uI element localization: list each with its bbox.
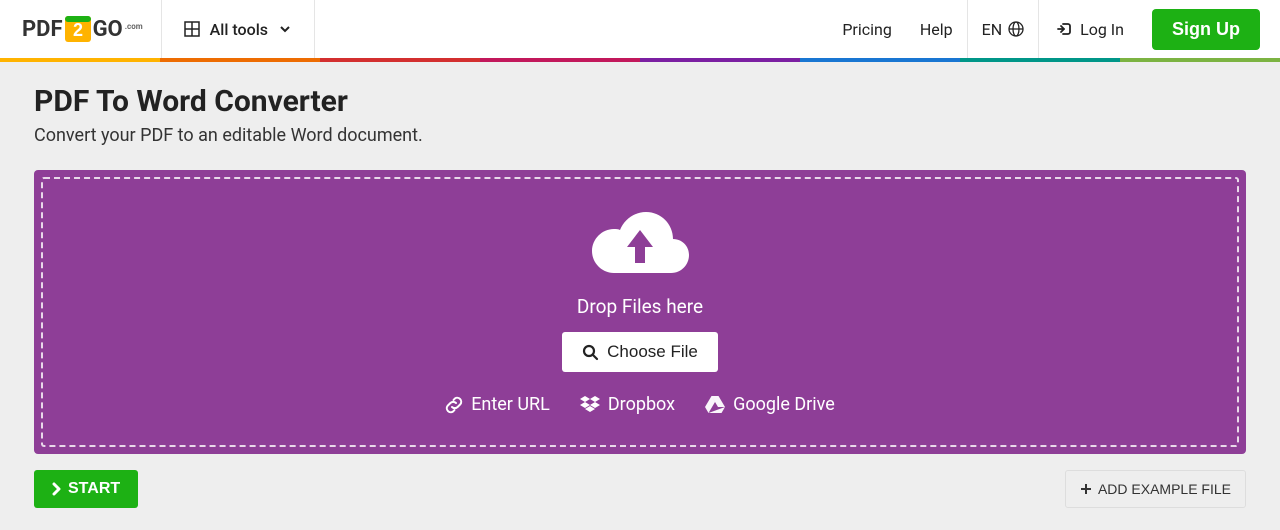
signup-button[interactable]: Sign Up: [1152, 9, 1260, 50]
cloud-upload-icon: [585, 205, 695, 287]
logo-suffix: GO: [93, 17, 123, 42]
top-navbar: PDF 2 GO .com All tools Pricing Help: [0, 0, 1280, 58]
search-icon: [582, 344, 599, 361]
globe-icon: [1008, 21, 1024, 37]
pricing-link[interactable]: Pricing: [828, 0, 906, 58]
svg-text:2: 2: [73, 20, 83, 40]
page-title: PDF To Word Converter: [34, 84, 1246, 119]
enter-url-button[interactable]: Enter URL: [445, 394, 550, 415]
logo-tld: .com: [125, 22, 143, 31]
page-subtitle: Convert your PDF to an editable Word doc…: [34, 125, 1246, 146]
logo[interactable]: PDF 2 GO .com: [22, 16, 143, 42]
logo-2-icon: 2: [65, 16, 91, 42]
pricing-label: Pricing: [842, 20, 892, 39]
choose-file-button[interactable]: Choose File: [562, 332, 718, 372]
grid-icon: [184, 21, 200, 37]
help-link[interactable]: Help: [906, 0, 967, 58]
dropbox-label: Dropbox: [608, 394, 675, 415]
link-icon: [445, 396, 463, 414]
start-button[interactable]: START: [34, 470, 138, 508]
choose-file-label: Choose File: [607, 342, 698, 362]
dropbox-icon: [580, 396, 600, 414]
all-tools-label: All tools: [210, 20, 268, 39]
logo-prefix: PDF: [22, 17, 63, 42]
login-label: Log In: [1080, 20, 1124, 39]
divider: [314, 0, 315, 58]
start-label: START: [68, 480, 120, 498]
plus-icon: [1080, 483, 1092, 495]
signup-label: Sign Up: [1172, 19, 1240, 39]
login-icon: [1057, 21, 1073, 37]
drop-text: Drop Files here: [577, 295, 703, 318]
login-button[interactable]: Log In: [1039, 0, 1142, 58]
dropbox-button[interactable]: Dropbox: [580, 394, 675, 415]
language-label: EN: [982, 20, 1003, 39]
google-drive-icon: [705, 396, 725, 413]
language-selector[interactable]: EN: [968, 0, 1039, 58]
add-example-file-button[interactable]: ADD EXAMPLE FILE: [1065, 470, 1246, 508]
rainbow-divider: [0, 58, 1280, 62]
all-tools-menu[interactable]: All tools: [162, 0, 314, 58]
google-drive-label: Google Drive: [733, 394, 835, 415]
enter-url-label: Enter URL: [471, 394, 550, 415]
add-example-label: ADD EXAMPLE FILE: [1098, 481, 1231, 497]
file-dropzone[interactable]: Drop Files here Choose File Enter URL: [34, 170, 1246, 454]
chevron-right-icon: [52, 482, 62, 496]
help-label: Help: [920, 20, 953, 39]
google-drive-button[interactable]: Google Drive: [705, 394, 835, 415]
chevron-down-icon: [278, 22, 292, 36]
